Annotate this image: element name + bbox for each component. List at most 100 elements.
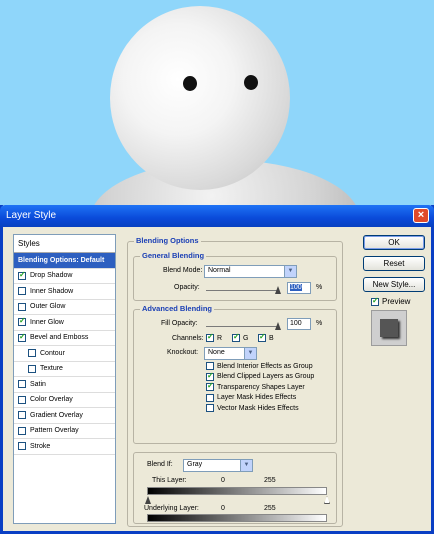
advanced-option-checkbox[interactable]: Layer Mask Hides Effects [206,393,297,402]
opacity-label: Opacity: [174,284,200,291]
advanced-option-label: Vector Mask Hides Effects [217,404,299,412]
blending-options-group: Blending Options General Blending Blend … [127,236,343,527]
this-layer-label: This Layer: [152,477,187,484]
channel-b-label: B [269,334,274,342]
new-style-button[interactable]: New Style... [363,277,425,292]
blend-mode-select[interactable]: Normal ▼ [204,265,297,278]
canvas-image [0,0,434,280]
checkbox-icon[interactable] [18,395,26,404]
underlying-layer-gradient[interactable] [147,514,327,522]
this-layer-min: 0 [221,477,225,484]
checkbox-icon [206,381,214,391]
checkbox-icon[interactable] [18,332,26,342]
styles-item-label: Color Overlay [30,396,73,404]
knockout-select[interactable]: None ▼ [204,347,257,360]
styles-item[interactable]: Gradient Overlay [14,408,115,424]
styles-item[interactable]: Outer Glow [14,300,115,315]
advanced-option-label: Layer Mask Hides Effects [217,394,297,401]
styles-item-label: Drop Shadow [30,272,73,280]
checkbox-icon[interactable] [28,364,36,373]
opacity-percent: % [316,284,323,291]
styles-header: Styles [14,235,115,253]
advanced-option-checkbox[interactable]: Blend Clipped Layers as Group [206,371,315,381]
styles-item[interactable]: Stroke [14,439,115,455]
channel-b-checkbox[interactable]: B [258,332,274,342]
styles-item[interactable]: Color Overlay [14,393,115,408]
left-eye [183,76,197,91]
blend-if-group: Blend If: Gray ▼ This Layer: 0 255 Under… [133,452,337,524]
chevron-down-icon: ▼ [284,266,296,277]
checkbox-icon [371,296,379,306]
right-eye [244,75,258,90]
title-bar[interactable]: Layer Style × [0,205,434,227]
styles-item[interactable]: Drop Shadow [14,269,115,284]
reset-button[interactable]: Reset [363,256,425,271]
preview-swatch [380,319,398,337]
general-blending-group: General Blending Blend Mode: Normal ▼ Op… [133,251,337,301]
checkbox-icon[interactable] [18,442,26,451]
advanced-option-checkbox[interactable]: Blend Interior Effects as Group [206,362,313,370]
checkbox-icon[interactable] [28,349,36,358]
chevron-down-icon: ▼ [240,460,252,471]
advanced-option-checkbox[interactable]: Transparency Shapes Layer [206,381,305,391]
styles-item[interactable]: Contour [14,346,115,362]
this-layer-gradient[interactable] [147,487,327,495]
fill-opacity-label: Fill Opacity: [161,320,198,327]
knockout-value: None [208,349,225,356]
style-preview-thumbnail [371,310,407,346]
checkbox-icon[interactable] [18,316,26,327]
ok-button[interactable]: OK [363,235,425,250]
advanced-blending-group: Advanced Blending Fill Opacity: 100 % Ch… [133,304,337,444]
blend-if-select[interactable]: Gray ▼ [183,459,253,472]
this-layer-white-thumb-icon[interactable] [324,496,330,504]
checkbox-icon[interactable] [18,426,26,435]
checkbox-icon [206,362,214,370]
advanced-option-label: Blend Clipped Layers as Group [217,373,315,380]
channel-r-checkbox[interactable]: R [206,332,222,342]
checkbox-icon[interactable] [18,302,26,311]
window-title: Layer Style [6,210,57,221]
opacity-slider-track[interactable] [206,290,278,291]
styles-item[interactable]: Blending Options: Default [14,253,115,269]
styles-item[interactable]: Inner Shadow [14,284,115,300]
preview-checkbox[interactable]: Preview [371,296,410,306]
styles-item-label: Inner Glow [30,318,64,326]
advanced-option-checkbox[interactable]: Vector Mask Hides Effects [206,404,299,412]
this-layer-black-thumb-icon[interactable] [145,496,151,504]
styles-item-label: Texture [40,365,63,373]
layer-style-dialog: Layer Style × Styles Blending Options: D… [0,205,434,534]
checkbox-icon[interactable] [18,380,26,389]
styles-item-label: Satin [30,380,46,388]
snowman-head [110,6,290,190]
checkbox-icon[interactable] [18,411,26,420]
checkbox-icon [232,332,240,342]
styles-item-label: Inner Shadow [30,287,74,295]
styles-item-label: Contour [40,349,65,357]
styles-item-label: Stroke [30,442,51,450]
styles-item[interactable]: Texture [14,362,115,377]
styles-item-label: Bevel and Emboss [30,334,89,342]
styles-item[interactable]: Satin [14,377,115,393]
fill-opacity-input[interactable]: 100 [287,318,311,330]
blending-options-title: Blending Options [134,236,201,245]
channel-g-checkbox[interactable]: G [232,332,248,342]
styles-item[interactable]: Bevel and Emboss [14,331,115,346]
advanced-blending-title: Advanced Blending [140,304,215,313]
checkbox-icon[interactable] [18,270,26,280]
close-icon: × [417,209,425,221]
close-button[interactable]: × [413,208,429,223]
fill-opacity-percent: % [316,320,323,327]
opacity-input[interactable]: 100 [287,282,311,294]
blend-if-value: Gray [187,461,203,468]
styles-item[interactable]: Inner Glow [14,315,115,331]
checkbox-icon[interactable] [18,287,26,296]
checkbox-icon [206,393,214,402]
underlying-layer-max: 255 [264,505,276,512]
checkbox-icon [258,332,266,342]
styles-item[interactable]: Pattern Overlay [14,424,115,439]
checkbox-icon [206,404,214,412]
channels-label: Channels: [172,335,204,342]
fill-slider-track[interactable] [206,326,278,327]
blend-mode-label: Blend Mode: [163,267,203,274]
styles-item-label: Blending Options: Default [18,256,105,264]
